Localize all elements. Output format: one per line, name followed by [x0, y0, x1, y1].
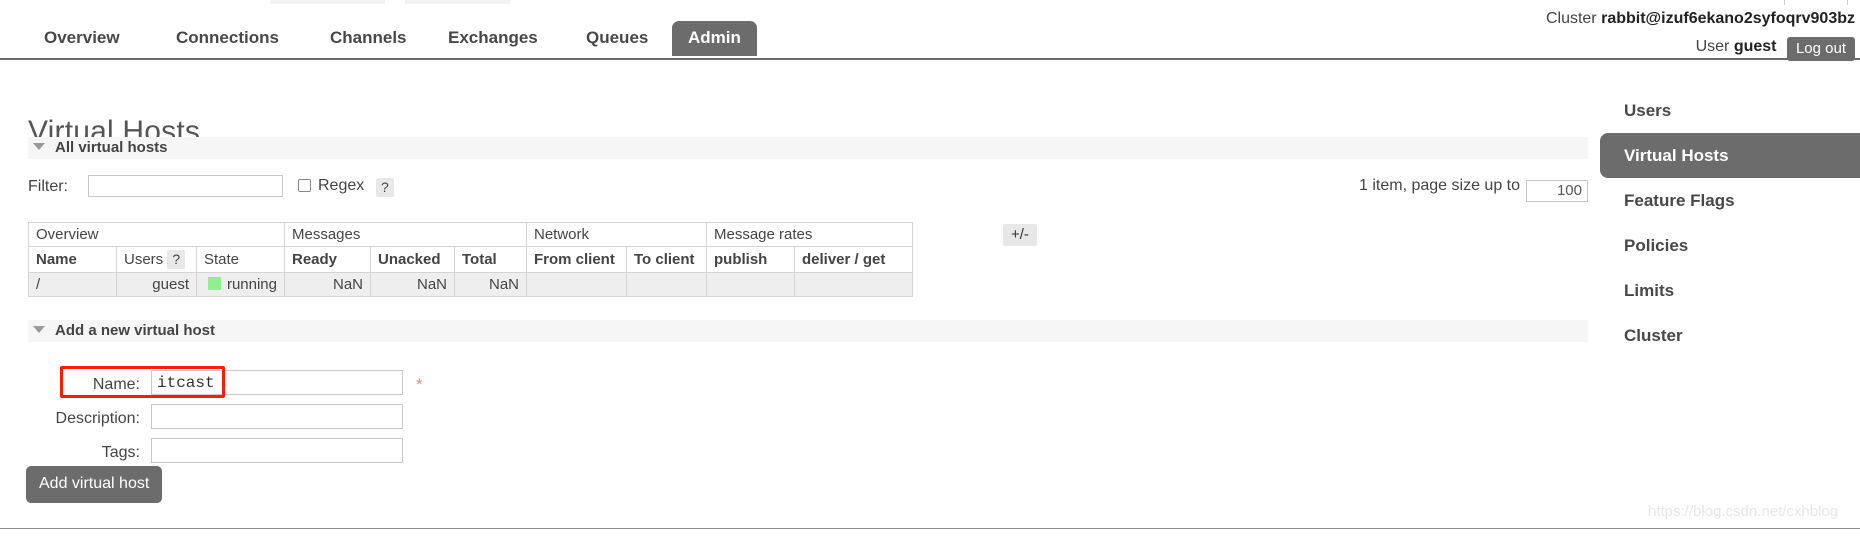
column-header-from-client[interactable]: From client	[526, 246, 627, 273]
admin-sidebar: Users Virtual Hosts Feature Flags Polici…	[1600, 88, 1860, 358]
column-header-to-client[interactable]: To client	[626, 246, 707, 273]
page-size-input[interactable]	[1526, 179, 1588, 202]
watermark: https://blog.csdn.net/cxhblog	[1648, 503, 1839, 520]
column-header-total[interactable]: Total	[454, 246, 527, 273]
table-column-header-row: Name Users ? State Ready Unacked Total F…	[28, 246, 913, 273]
sidebar-item-cluster[interactable]: Cluster	[1600, 313, 1860, 358]
cutoff-button-top-right	[1784, 0, 1848, 5]
column-header-unacked[interactable]: Unacked	[370, 246, 455, 273]
name-label: Name:	[92, 376, 140, 393]
nav-tab-channels[interactable]: Channels	[314, 21, 423, 56]
state-indicator-icon	[207, 277, 221, 290]
paging-text: 1 item, page size up to	[1359, 177, 1520, 194]
cell-deliver-get	[794, 272, 913, 297]
tags-input[interactable]	[151, 438, 403, 463]
chevron-down-icon	[33, 326, 45, 333]
required-marker: *	[416, 375, 423, 394]
filter-row: Filter: Regex ? 1 item, page size up to	[28, 175, 1588, 203]
group-header-network: Network	[526, 222, 707, 247]
cell-to-client	[626, 272, 707, 297]
nav-tab-connections[interactable]: Connections	[160, 21, 295, 56]
filter-input[interactable]	[88, 175, 283, 197]
sidebar-item-users[interactable]: Users	[1600, 88, 1860, 133]
bottom-divider	[0, 528, 1860, 529]
cell-state: running	[196, 272, 285, 297]
column-header-users[interactable]: Users ?	[116, 246, 197, 273]
nav-tab-overview[interactable]: Overview	[28, 21, 136, 56]
cell-state-label: running	[226, 276, 277, 293]
column-header-publish[interactable]: publish	[706, 246, 795, 273]
cell-total: NaN	[454, 272, 527, 297]
regex-checkbox[interactable]	[298, 179, 311, 192]
chevron-down-icon	[33, 143, 45, 150]
table-group-header-row: Overview Messages Network Message rates	[28, 222, 913, 247]
sidebar-item-limits[interactable]: Limits	[1600, 268, 1860, 313]
cutoff-tab-left	[270, 0, 385, 4]
column-header-users-label: Users	[124, 251, 164, 268]
section-header-all-virtual-hosts[interactable]: All virtual hosts	[28, 137, 1588, 159]
paging-info: 1 item, page size up to	[1359, 177, 1588, 202]
regex-label: Regex	[318, 177, 365, 194]
main-navigation: Overview Connections Channels Exchanges …	[0, 21, 1860, 60]
column-header-state[interactable]: State	[196, 246, 285, 273]
group-header-messages: Messages	[284, 222, 527, 247]
sidebar-item-virtual-hosts[interactable]: Virtual Hosts	[1600, 133, 1860, 178]
table-row[interactable]: / guest running NaN NaN NaN	[28, 272, 913, 297]
column-header-ready[interactable]: Ready	[284, 246, 371, 273]
cutoff-tab-right	[405, 0, 510, 4]
description-input[interactable]	[151, 404, 403, 429]
column-header-name[interactable]: Name	[28, 246, 117, 273]
cell-from-client	[526, 272, 627, 297]
users-help-icon[interactable]: ?	[167, 250, 186, 269]
column-header-deliver-get[interactable]: deliver / get	[794, 246, 913, 273]
cell-name[interactable]: /	[28, 272, 117, 297]
filter-label: Filter:	[28, 178, 68, 195]
add-virtual-host-button[interactable]: Add virtual host	[26, 466, 163, 503]
regex-help-icon[interactable]: ?	[376, 178, 394, 197]
sidebar-item-feature-flags[interactable]: Feature Flags	[1600, 178, 1860, 223]
section-header-add-virtual-host[interactable]: Add a new virtual host	[28, 320, 1588, 342]
nav-tab-exchanges[interactable]: Exchanges	[432, 21, 554, 56]
tags-label: Tags:	[101, 444, 140, 461]
virtual-hosts-table: Overview Messages Network Message rates …	[28, 222, 913, 297]
cell-ready: NaN	[284, 272, 371, 297]
description-label: Description:	[55, 410, 140, 427]
group-header-message-rates: Message rates	[706, 222, 913, 247]
section-header-add-virtual-host-label: Add a new virtual host	[55, 322, 216, 339]
nav-tab-admin[interactable]: Admin	[672, 21, 757, 56]
cutoff-tabs-strip	[0, 0, 1860, 4]
nav-tab-queues[interactable]: Queues	[570, 21, 664, 56]
cell-publish	[706, 272, 795, 297]
cell-users: guest	[116, 272, 197, 297]
toggle-columns-button[interactable]: +/-	[1003, 224, 1037, 246]
name-input[interactable]	[151, 370, 403, 395]
cell-unacked: NaN	[370, 272, 455, 297]
group-header-overview: Overview	[28, 222, 285, 247]
section-header-all-virtual-hosts-label: All virtual hosts	[55, 139, 168, 156]
sidebar-item-policies[interactable]: Policies	[1600, 223, 1860, 268]
